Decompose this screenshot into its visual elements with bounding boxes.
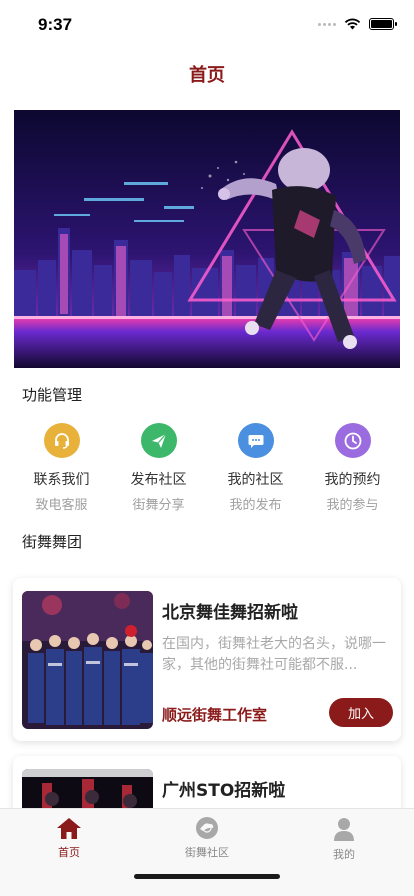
- community-icon: [196, 817, 218, 839]
- section-title-groups: 街舞舞团: [22, 533, 83, 551]
- clock-icon: [334, 423, 371, 458]
- function-label: 发布社区: [130, 472, 187, 488]
- home-indicator: [134, 874, 280, 879]
- status-icons: [318, 18, 397, 30]
- tab-home[interactable]: 首页: [29, 816, 109, 860]
- function-publish-community[interactable]: 发布社区 街舞分享: [110, 423, 207, 513]
- dance-group-card[interactable]: 北京舞佳舞招新啦 在国内，街舞社老大的名头，说哪一家，其他的街舞社可能都不服..…: [13, 578, 401, 741]
- card-title: 北京舞佳舞招新啦: [162, 603, 298, 623]
- function-label: 联系我们: [33, 472, 90, 488]
- chat-bubble-icon: [237, 423, 274, 458]
- card-description: 在国内，街舞社老大的名头，说哪一家，其他的街舞社可能都不服...: [162, 636, 386, 673]
- hero-banner[interactable]: [14, 110, 400, 368]
- function-my-community[interactable]: 我的社区 我的发布: [207, 423, 304, 513]
- tab-label: 街舞社区: [185, 846, 229, 859]
- status-time: 9:37: [38, 15, 73, 34]
- wifi-icon: [344, 18, 361, 30]
- function-contact-us[interactable]: 联系我们 致电客服: [13, 423, 110, 513]
- home-icon: [57, 818, 81, 839]
- tab-label: 我的: [333, 848, 355, 861]
- paper-plane-icon: [140, 423, 177, 458]
- signal-icon: [318, 22, 336, 26]
- nav-bar: 首页: [0, 50, 414, 98]
- function-label: 我的社区: [227, 472, 284, 488]
- function-label: 我的预约: [324, 472, 381, 488]
- tab-bar: 首页 街舞社区 我的: [0, 808, 414, 896]
- banner-image: [14, 110, 400, 368]
- tab-label: 首页: [58, 846, 80, 859]
- main-content[interactable]: 功能管理 联系我们 致电客服 发布社区 街舞分享 我的社区 我的发布 我的预约 …: [0, 98, 414, 808]
- user-icon: [334, 818, 354, 841]
- function-sub: 街舞分享: [132, 498, 185, 513]
- dance-group-card[interactable]: 广州STO招新啦: [13, 756, 401, 808]
- tab-mine[interactable]: 我的: [304, 816, 384, 862]
- card-studio-name: 顺远街舞工作室: [162, 706, 268, 724]
- section-title-functions: 功能管理: [22, 386, 83, 404]
- card-thumbnail: [22, 769, 153, 808]
- tab-community[interactable]: 街舞社区: [167, 816, 247, 860]
- card-thumbnail: [22, 591, 153, 729]
- function-grid: 联系我们 致电客服 发布社区 街舞分享 我的社区 我的发布 我的预约 我的参与: [0, 423, 414, 513]
- status-bar: 9:37: [0, 0, 414, 50]
- function-sub: 我的发布: [229, 498, 282, 513]
- function-sub: 致电客服: [35, 498, 88, 513]
- battery-icon: [369, 18, 397, 30]
- function-sub: 我的参与: [326, 498, 379, 513]
- card-title: 广州STO招新啦: [162, 781, 286, 801]
- headset-icon: [43, 423, 80, 458]
- page-title: 首页: [189, 65, 225, 86]
- join-button[interactable]: 加入: [329, 698, 393, 727]
- function-my-booking[interactable]: 我的预约 我的参与: [304, 423, 401, 513]
